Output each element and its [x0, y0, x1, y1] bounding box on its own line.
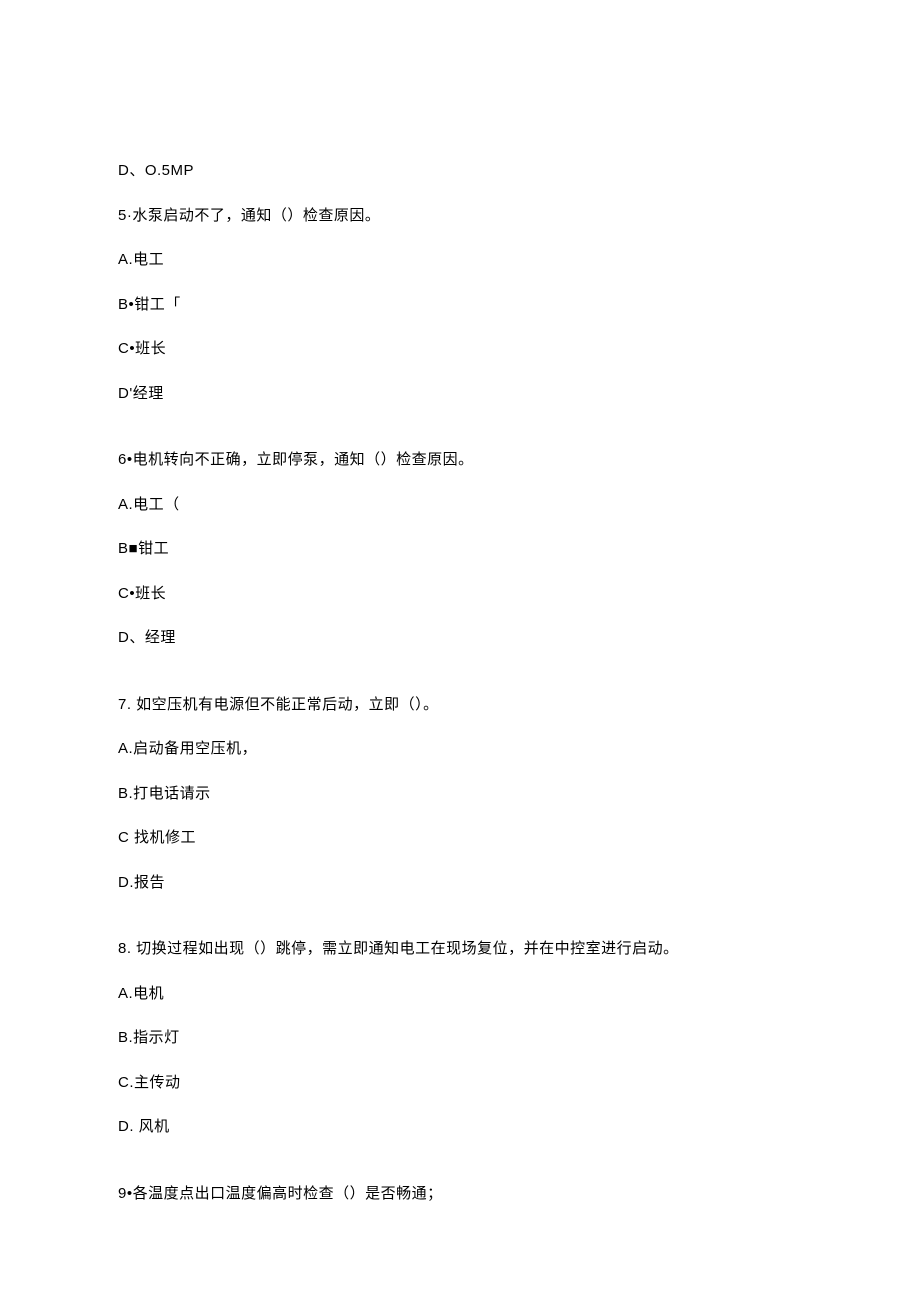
text-line: C•班长	[118, 338, 802, 361]
text-line: D、O.5MP	[118, 160, 802, 183]
text-line: B.打电话请示	[118, 783, 802, 806]
text-line: 5·水泵启动不了，通知（）检查原因。	[118, 205, 802, 228]
text-line: 7. 如空压机有电源但不能正常后动，立即（）。	[118, 694, 802, 717]
text-line: B■钳工	[118, 538, 802, 561]
text-line: B.指示灯	[118, 1027, 802, 1050]
text-line: D'经理	[118, 383, 802, 406]
text-line: C 找机修工	[118, 827, 802, 850]
text-line: A.启动备用空压机，	[118, 738, 802, 761]
text-line: A.电机	[118, 983, 802, 1006]
text-line: C.主传动	[118, 1072, 802, 1095]
text-line: A.电工	[118, 249, 802, 272]
text-line: D. 风机	[118, 1116, 802, 1139]
text-line: D、经理	[118, 627, 802, 650]
text-line: 6•电机转向不正确，立即停泵，通知（）检查原因。	[118, 449, 802, 472]
text-line: B•钳工「	[118, 294, 802, 317]
text-line: 9•各温度点出口温度偏高时检查（）是否畅通；	[118, 1183, 802, 1206]
text-line: 8. 切换过程如出现（）跳停，需立即通知电工在现场复位，并在中控室进行启动。	[118, 938, 802, 961]
text-line: C•班长	[118, 583, 802, 606]
text-line: A.电工（	[118, 494, 802, 517]
text-line: D.报告	[118, 872, 802, 895]
